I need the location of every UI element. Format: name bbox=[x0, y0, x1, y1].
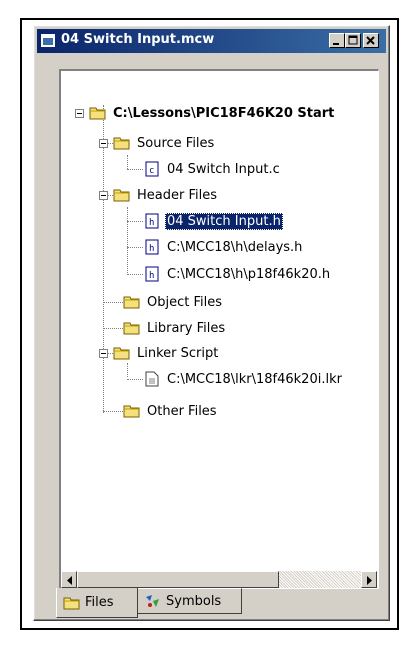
scroll-left-button[interactable] bbox=[61, 571, 77, 588]
tree-file[interactable]: h C:\MCC18\h\delays.h bbox=[143, 237, 304, 257]
maximize-button[interactable] bbox=[345, 33, 361, 48]
tab-label: Symbols bbox=[166, 593, 222, 609]
folder-icon bbox=[113, 347, 130, 360]
tree-connector bbox=[103, 302, 123, 303]
tree-file[interactable]: c 04 Switch Input.c bbox=[143, 159, 282, 179]
c-file-icon: c bbox=[145, 161, 159, 177]
tree-group-label: Header Files bbox=[137, 187, 217, 203]
symbols-icon bbox=[146, 595, 159, 607]
tree-file-label: C:\MCC18\lkr\18f46k20i.lkr bbox=[167, 371, 342, 387]
file-tree-panel: C:\Lessons\PIC18F46K20 Start Source File… bbox=[59, 69, 379, 589]
tree-file-selected[interactable]: h 04 Switch Input.h bbox=[143, 211, 283, 231]
tree-file-label: 04 Switch Input.c bbox=[167, 161, 280, 177]
folder-icon bbox=[123, 296, 140, 309]
file-tree: C:\Lessons\PIC18F46K20 Start Source File… bbox=[61, 71, 377, 571]
tree-group-header-files[interactable]: Header Files bbox=[113, 185, 219, 205]
tree-file-label: C:\MCC18\h\delays.h bbox=[167, 239, 303, 255]
h-file-icon: h bbox=[145, 266, 159, 282]
tree-group-linker-script[interactable]: Linker Script bbox=[113, 343, 220, 363]
scroll-thumb[interactable] bbox=[77, 571, 279, 588]
horizontal-scrollbar[interactable] bbox=[61, 571, 377, 588]
tree-group-label: Object Files bbox=[147, 294, 222, 310]
svg-text:h: h bbox=[149, 271, 154, 281]
tree-connector bbox=[127, 379, 143, 380]
tree-group-library-files[interactable]: Library Files bbox=[123, 318, 227, 338]
collapse-toggle-source-files[interactable] bbox=[99, 139, 108, 148]
h-file-icon: h bbox=[145, 239, 159, 255]
tree-connector bbox=[127, 155, 128, 169]
collapse-toggle-header-files[interactable] bbox=[99, 191, 108, 200]
tree-group-label: Library Files bbox=[147, 320, 226, 336]
scroll-right-button[interactable] bbox=[361, 571, 377, 588]
folder-icon bbox=[89, 107, 106, 120]
tree-group-label: Source Files bbox=[137, 135, 215, 151]
folder-icon bbox=[113, 189, 130, 202]
folder-icon bbox=[113, 137, 130, 150]
tree-group-label: Linker Script bbox=[137, 345, 219, 361]
tree-connector bbox=[103, 328, 123, 329]
collapse-toggle-root[interactable] bbox=[75, 109, 84, 118]
minimize-button[interactable] bbox=[329, 33, 345, 48]
title-bar[interactable]: 04 Switch Input.mcw bbox=[37, 29, 386, 53]
tree-group-label: Other Files bbox=[147, 403, 217, 419]
tree-file[interactable]: h C:\MCC18\h\p18f46k20.h bbox=[143, 264, 332, 284]
tree-file-label: C:\MCC18\h\p18f46k20.h bbox=[167, 266, 331, 282]
tab-symbols[interactable]: Symbols bbox=[138, 588, 242, 614]
collapse-toggle-linker-script[interactable] bbox=[99, 349, 108, 358]
tree-root-label: C:\Lessons\PIC18F46K20 Start bbox=[113, 105, 335, 121]
tree-connector bbox=[127, 247, 143, 248]
tree-connector bbox=[127, 221, 143, 222]
folder-icon bbox=[63, 597, 80, 609]
tab-label: Files bbox=[85, 595, 114, 610]
tree-connector bbox=[127, 363, 128, 377]
scroll-track[interactable] bbox=[279, 571, 361, 588]
tree-root[interactable]: C:\Lessons\PIC18F46K20 Start bbox=[89, 103, 336, 123]
tree-group-object-files[interactable]: Object Files bbox=[123, 292, 224, 312]
tree-connector bbox=[127, 274, 143, 275]
tree-file[interactable]: C:\MCC18\lkr\18f46k20i.lkr bbox=[143, 369, 344, 389]
folder-icon bbox=[123, 322, 140, 335]
tree-connector bbox=[103, 411, 123, 412]
tree-connector bbox=[127, 169, 143, 170]
workspace-window: 04 Switch Input.mcw C:\Lessons\PIC18F46K… bbox=[33, 25, 390, 621]
window-icon bbox=[41, 34, 55, 47]
window-title: 04 Switch Input.mcw bbox=[61, 32, 215, 47]
svg-text:h: h bbox=[149, 218, 154, 228]
folder-icon bbox=[123, 405, 140, 418]
svg-text:c: c bbox=[149, 166, 154, 176]
close-button[interactable] bbox=[363, 33, 379, 48]
tree-connector bbox=[127, 207, 128, 275]
tree-connector bbox=[103, 105, 104, 413]
svg-text:h: h bbox=[149, 244, 154, 254]
tree-group-source-files[interactable]: Source Files bbox=[113, 133, 216, 153]
tab-files[interactable]: Files bbox=[56, 588, 138, 618]
h-file-icon: h bbox=[145, 213, 159, 229]
tree-group-other-files[interactable]: Other Files bbox=[123, 401, 219, 421]
document-icon bbox=[145, 371, 159, 387]
tree-file-label: 04 Switch Input.h bbox=[165, 212, 283, 230]
